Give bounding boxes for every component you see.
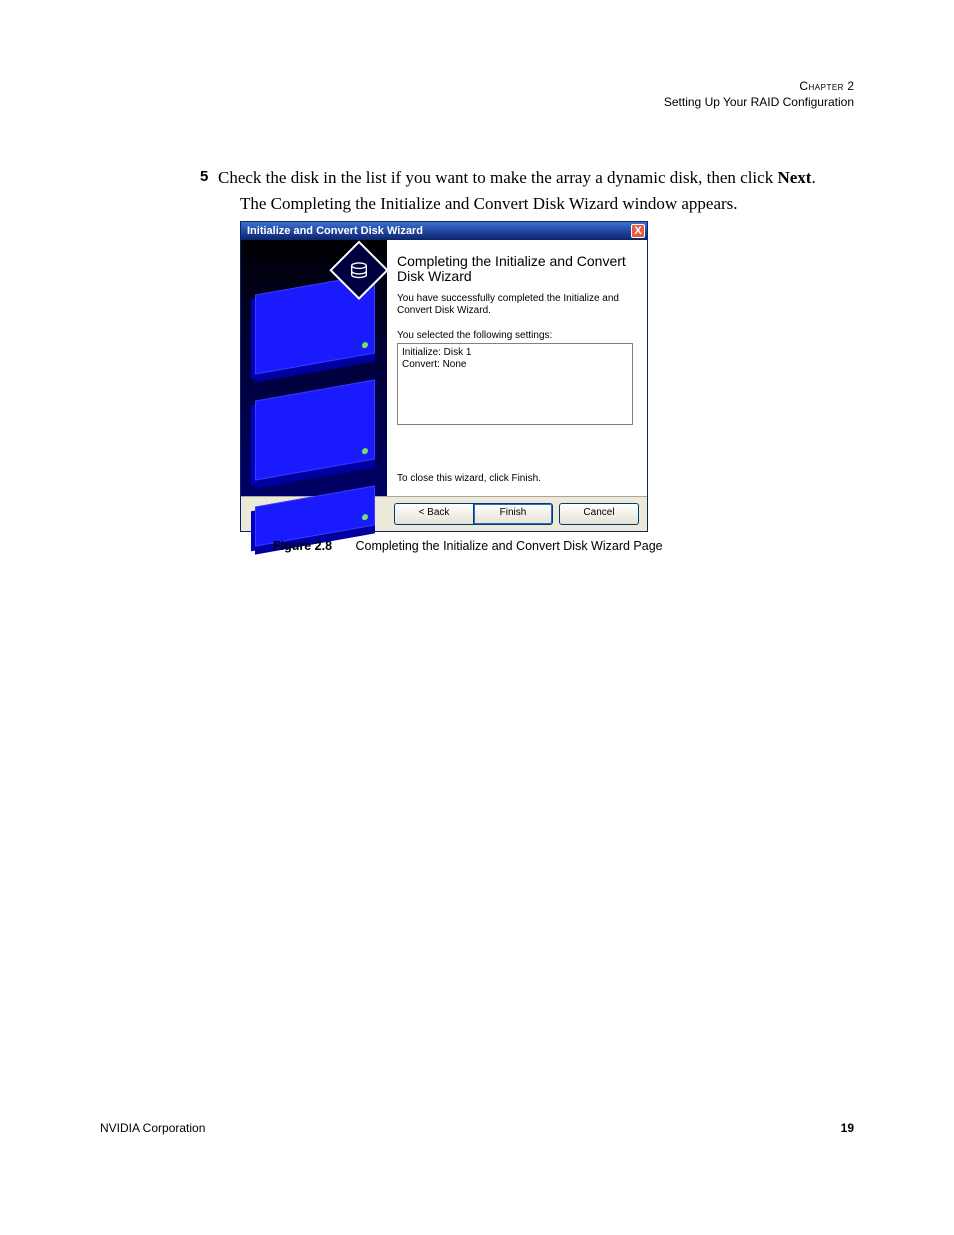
header-subtitle: Setting Up Your RAID Configuration [664,94,854,110]
settings-line-convert: Convert: None [402,359,628,372]
page-footer: NVIDIA Corporation 19 [100,1121,854,1135]
chapter-number: 2 [847,79,854,93]
step-bold-next: Next [777,168,811,187]
chapter-label: Chapter [799,79,844,93]
close-button[interactable]: X [631,224,645,238]
step-5-result: The Completing the Initialize and Conver… [240,194,860,214]
wizard-title-text: Initialize and Convert Disk Wizard [247,225,423,237]
wizard-settings-label: You selected the following settings: [397,330,633,341]
page-header: Chapter 2 Setting Up Your RAID Configura… [664,78,854,110]
wizard-content: Completing the Initialize and Convert Di… [387,240,647,496]
figure-caption-text: Completing the Initialize and Convert Di… [356,539,663,553]
figure-label: Figure 2.8 [273,539,332,553]
close-icon: X [634,225,641,237]
disk-icon-top [255,273,375,374]
wizard-body: Completing the Initialize and Convert Di… [241,240,647,496]
disk-icon-bottom [255,485,375,546]
disk-badge-icon [329,241,388,300]
back-button[interactable]: < Back [394,503,473,525]
cancel-button[interactable]: Cancel [559,503,639,525]
wizard-sidebar-illustration [241,240,387,496]
settings-line-initialize: Initialize: Disk 1 [402,347,628,360]
wizard-window: Initialize and Convert Disk Wizard X [240,221,648,532]
wizard-success-text: You have successfully completed the Init… [397,293,633,318]
step-5-instruction: 5 Check the disk in the list if you want… [218,166,858,190]
wizard-titlebar[interactable]: Initialize and Convert Disk Wizard X [241,222,647,240]
document-page: Chapter 2 Setting Up Your RAID Configura… [0,0,954,1235]
wizard-close-hint: To close this wizard, click Finish. [397,473,541,484]
back-finish-button-group: < Back Finish [394,503,553,525]
disk-stack-icon [255,284,375,562]
footer-page-number: 19 [841,1121,854,1135]
chapter-line: Chapter 2 [664,78,854,94]
step-number: 5 [200,166,208,187]
wizard-heading: Completing the Initialize and Convert Di… [397,254,633,285]
step-text-after: . [811,168,815,187]
disk-icon-middle [255,379,375,480]
finish-button[interactable]: Finish [473,503,553,525]
wizard-settings-box: Initialize: Disk 1 Convert: None [397,343,633,425]
footer-company: NVIDIA Corporation [100,1121,205,1135]
figure-caption: Figure 2.8 Completing the Initialize and… [273,539,663,553]
step-text-before: Check the disk in the list if you want t… [218,168,777,187]
